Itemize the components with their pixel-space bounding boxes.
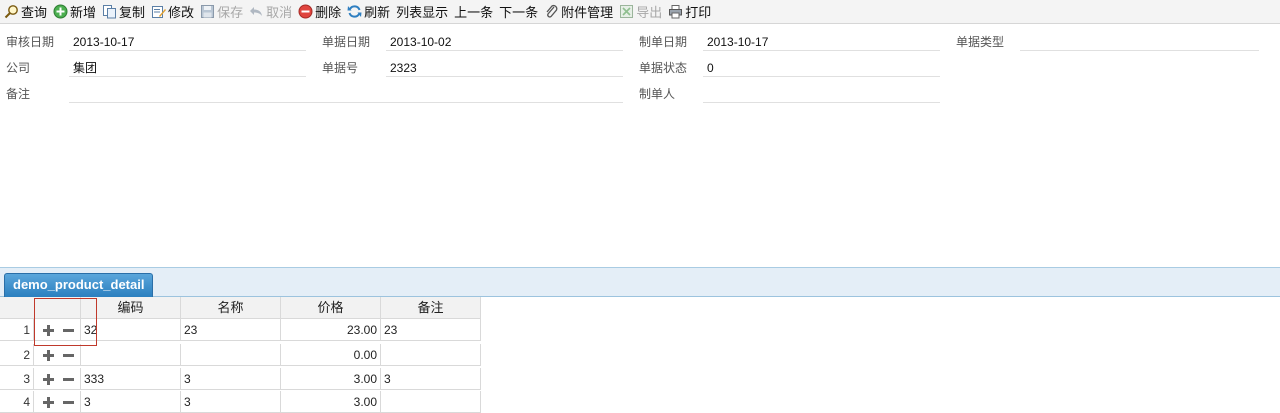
query-button[interactable]: 查询 — [4, 1, 47, 23]
attachment-label: 附件管理 — [561, 5, 614, 20]
print-button[interactable]: 打印 — [668, 1, 711, 23]
doc-type-label: 单据类型 — [956, 35, 1005, 49]
undo-icon — [249, 4, 264, 19]
doc-status-label: 单据状态 — [639, 61, 688, 75]
print-label: 打印 — [685, 5, 712, 20]
row-actions — [34, 344, 81, 366]
save-icon — [200, 4, 215, 19]
save-button[interactable]: 保存 — [200, 1, 243, 23]
edit-button[interactable]: 修改 — [151, 1, 194, 23]
remove-row-icon[interactable] — [63, 350, 74, 361]
company-field[interactable]: 集团 — [69, 59, 306, 77]
row-number-header — [0, 297, 34, 319]
query-label: 查询 — [21, 5, 48, 20]
company-label: 公司 — [6, 61, 31, 75]
previous-record-button[interactable]: 上一条 — [454, 1, 493, 23]
remark-label: 备注 — [6, 87, 31, 101]
paperclip-icon — [544, 4, 559, 19]
cell-price[interactable]: 3.00 — [281, 391, 381, 413]
refresh-icon — [347, 4, 362, 19]
creator-label: 制单人 — [639, 87, 676, 101]
created-date-field[interactable]: 2013-10-17 — [703, 33, 940, 51]
cell-code[interactable]: 32 — [81, 319, 181, 341]
column-header-note[interactable]: 备注 — [381, 297, 481, 319]
delete-label: 删除 — [315, 5, 342, 20]
next-record-label: 下一条 — [499, 5, 539, 20]
cell-code[interactable]: 333 — [81, 368, 181, 390]
cell-code[interactable] — [81, 344, 181, 366]
copy-icon — [102, 4, 117, 19]
add-button[interactable]: 新增 — [53, 1, 96, 23]
row-actions — [34, 319, 81, 341]
audit-date-field[interactable]: 2013-10-17 — [69, 33, 306, 51]
remove-row-icon[interactable] — [63, 325, 74, 336]
cell-price[interactable]: 0.00 — [281, 344, 381, 366]
column-header-price[interactable]: 价格 — [281, 297, 381, 319]
column-header-name[interactable]: 名称 — [181, 297, 281, 319]
row-number: 4 — [0, 391, 34, 413]
detail-panel: demo_product_detail 编码 名称 价格 备注 1 32 23 … — [0, 267, 1280, 413]
row-number: 1 — [0, 319, 34, 341]
remark-field[interactable] — [69, 85, 623, 103]
printer-icon — [668, 4, 683, 19]
cell-note[interactable] — [381, 344, 481, 366]
toolbar: 查询 新增 复制 修改 保存 取消 删除 刷新 列表显示 上一条 下一条 附件管… — [0, 0, 1280, 24]
doc-date-label: 单据日期 — [322, 35, 371, 49]
delete-circle-icon — [298, 4, 313, 19]
cell-name[interactable]: 23 — [181, 319, 281, 341]
previous-record-label: 上一条 — [454, 5, 494, 20]
edit-label: 修改 — [168, 5, 195, 20]
created-date-label: 制单日期 — [639, 35, 688, 49]
actions-header — [34, 297, 81, 319]
tab-demo-product-detail[interactable]: demo_product_detail — [4, 273, 154, 297]
cancel-button[interactable]: 取消 — [249, 1, 292, 23]
list-view-label: 列表显示 — [396, 5, 449, 20]
attachment-button[interactable]: 附件管理 — [544, 1, 613, 23]
excel-export-icon — [619, 4, 634, 19]
creator-field[interactable] — [703, 85, 940, 103]
cell-note[interactable] — [381, 391, 481, 413]
refresh-button[interactable]: 刷新 — [347, 1, 390, 23]
cancel-label: 取消 — [266, 5, 293, 20]
cell-note[interactable]: 3 — [381, 368, 481, 390]
cell-price[interactable]: 3.00 — [281, 368, 381, 390]
copy-label: 复制 — [119, 5, 146, 20]
cell-name[interactable]: 3 — [181, 368, 281, 390]
cell-code[interactable]: 3 — [81, 391, 181, 413]
doc-no-field[interactable]: 2323 — [386, 59, 623, 77]
save-label: 保存 — [217, 5, 244, 20]
cell-name[interactable]: 3 — [181, 391, 281, 413]
tab-strip: demo_product_detail — [0, 268, 1280, 297]
list-view-button[interactable]: 列表显示 — [396, 1, 448, 23]
row-actions — [34, 391, 81, 413]
remove-row-icon[interactable] — [63, 374, 74, 385]
insert-row-icon[interactable] — [43, 374, 54, 385]
row-number: 2 — [0, 344, 34, 366]
doc-no-label: 单据号 — [322, 61, 359, 75]
add-circle-icon — [53, 4, 68, 19]
cell-name[interactable] — [181, 344, 281, 366]
row-actions — [34, 368, 81, 390]
edit-icon — [151, 4, 167, 19]
refresh-label: 刷新 — [364, 5, 391, 20]
insert-row-icon[interactable] — [43, 350, 54, 361]
copy-button[interactable]: 复制 — [102, 1, 145, 23]
next-record-button[interactable]: 下一条 — [499, 1, 538, 23]
cell-price[interactable]: 23.00 — [281, 319, 381, 341]
audit-date-label: 审核日期 — [6, 35, 55, 49]
add-label: 新增 — [70, 5, 97, 20]
insert-row-icon[interactable] — [43, 325, 54, 336]
delete-button[interactable]: 删除 — [298, 1, 341, 23]
row-number: 3 — [0, 368, 34, 390]
doc-status-field[interactable]: 0 — [703, 59, 940, 77]
export-label: 导出 — [636, 5, 663, 20]
magnifier-icon — [4, 4, 19, 19]
doc-date-field[interactable]: 2013-10-02 — [386, 33, 623, 51]
export-button[interactable]: 导出 — [619, 1, 662, 23]
doc-type-field[interactable] — [1020, 33, 1259, 51]
column-header-code[interactable]: 编码 — [81, 297, 181, 319]
cell-note[interactable]: 23 — [381, 319, 481, 341]
